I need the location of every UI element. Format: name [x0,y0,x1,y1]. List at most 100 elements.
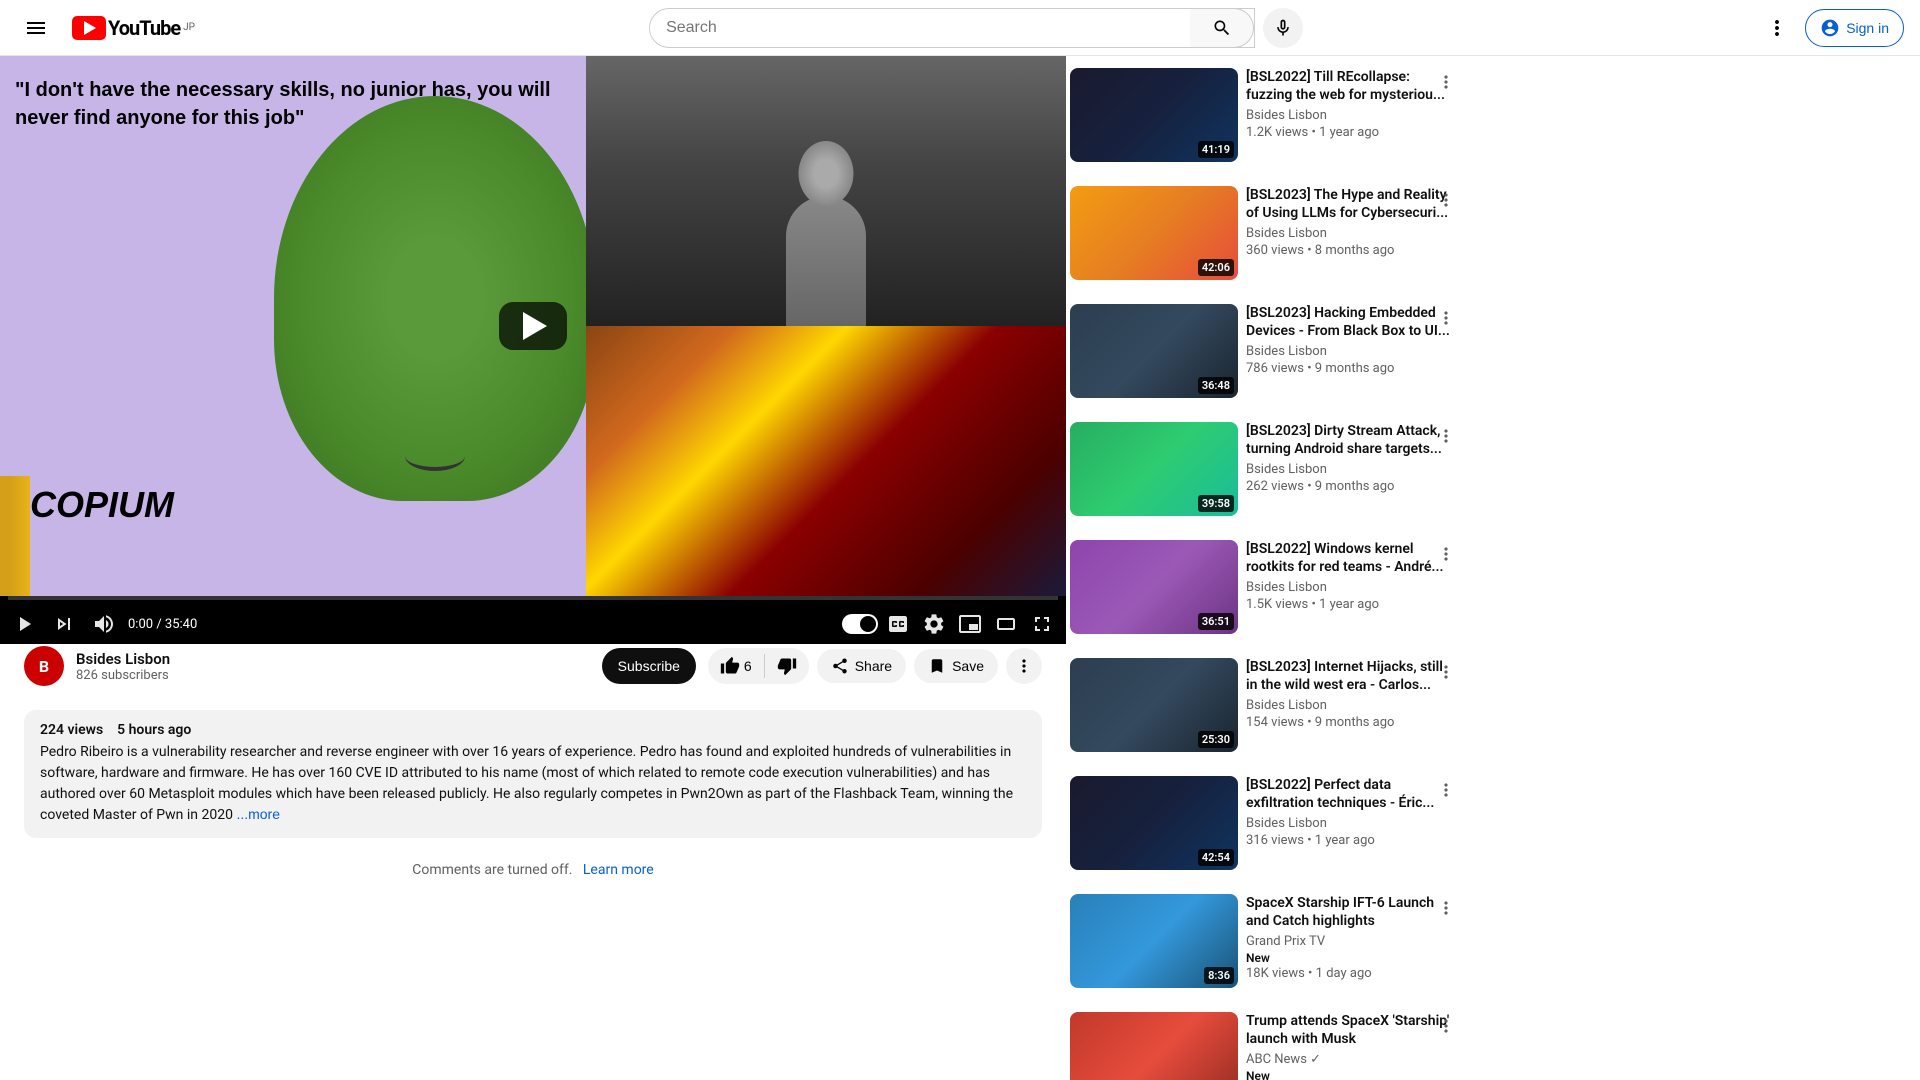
save-button[interactable]: Save [914,649,998,683]
sidebar-video-meta: 1.5K views • 1 year ago [1246,597,1456,612]
subscribe-button[interactable]: Subscribe [602,648,696,684]
sidebar-video-meta: 1.2K views • 1 year ago [1246,125,1456,140]
progress-bar[interactable] [8,596,1058,600]
view-count: 224 views [40,722,103,738]
description-more-button[interactable]: ...more [236,806,280,822]
controls-row: 0:00 / 35:40 [8,608,1058,640]
sidebar-video-row[interactable]: 42:06 [BSL2023] The Hype and Reality of … [1066,182,1460,292]
sidebar-video-item[interactable]: 39:58 [BSL2023] Dirty Stream Attack, tur… [1066,418,1460,520]
sidebar-video-row[interactable]: 41:19 [BSL2022] Till REcollapse: fuzzing… [1066,64,1460,174]
sidebar-video-item[interactable]: 36:51 [BSL2022] Windows kernel rootkits … [1066,536,1460,638]
sidebar-video-row[interactable]: 25:30 [BSL2023] Internet Hijacks, still … [1066,654,1460,764]
sidebar-video-meta: 316 views • 1 year ago [1246,833,1456,848]
sidebar-video-item[interactable]: 41:19 [BSL2022] Till REcollapse: fuzzing… [1066,64,1460,166]
sidebar-video-title: SpaceX Starship IFT-6 Launch and Catch h… [1246,894,1456,930]
hamburger-menu-button[interactable] [16,8,56,48]
sidebar-more-button[interactable] [1432,658,1460,686]
sidebar-channel-name: Bsides Lisbon [1246,816,1456,831]
sidebar-video-item[interactable]: 42:54 [BSL2022] Perfect data exfiltratio… [1066,772,1460,874]
duration-badge: 42:06 [1198,259,1234,276]
miniplayer-button[interactable] [954,608,986,640]
sidebar: 41:19 [BSL2022] Till REcollapse: fuzzing… [1066,56,1468,1080]
sidebar-more-button[interactable] [1432,304,1460,332]
sidebar-more-button[interactable] [1432,68,1460,96]
toggle-switch[interactable] [842,614,878,634]
sidebar-more-button[interactable] [1432,776,1460,804]
description-box: 224 views 5 hours ago Pedro Ribeiro is a… [24,710,1042,838]
sidebar-video-item[interactable]: 25:30 [BSL2023] Internet Hijacks, still … [1066,654,1460,756]
sidebar-video-info: [BSL2023] Dirty Stream Attack, turning A… [1246,422,1456,516]
duration-badge: 8:36 [1204,967,1234,984]
youtube-logo[interactable]: YouTubeJP [72,16,195,40]
sidebar-video-row[interactable]: 18:13 Trump attends SpaceX 'Starship' la… [1066,1008,1460,1080]
subscriber-count: 826 subscribers [76,668,590,683]
share-label: Share [855,658,892,674]
sidebar-video-meta: 360 views • 8 months ago [1246,243,1456,258]
header: YouTubeJP Sign in [0,0,1920,56]
sidebar-channel-name: Bsides Lisbon [1246,108,1456,123]
settings-button[interactable] [918,608,950,640]
mute-button[interactable] [88,608,120,640]
sidebar-video-row[interactable]: 39:58 [BSL2023] Dirty Stream Attack, tur… [1066,418,1460,528]
more-options-button[interactable] [1757,8,1797,48]
sidebar-more-button[interactable] [1432,1012,1460,1040]
share-button[interactable]: Share [817,649,906,683]
toggle-dot [860,616,876,632]
sidebar-more-button[interactable] [1432,894,1460,922]
sidebar-video-title: [BSL2022] Till REcollapse: fuzzing the w… [1246,68,1456,104]
description-text: Pedro Ribeiro is a vulnerability researc… [40,742,1026,826]
duration-badge: 39:58 [1198,495,1234,512]
sidebar-video-meta: 154 views • 9 months ago [1246,715,1456,730]
sidebar-video-item[interactable]: 42:06 [BSL2023] The Hype and Reality of … [1066,182,1460,284]
search-button[interactable] [1190,8,1254,48]
action-buttons: 6 Share Save [708,648,1042,684]
play-button[interactable] [8,608,40,640]
channel-name[interactable]: Bsides Lisbon [76,650,590,668]
search-input[interactable] [650,19,1190,37]
like-button[interactable]: 6 [708,648,764,684]
sidebar-video-row[interactable]: 36:51 [BSL2022] Windows kernel rootkits … [1066,536,1460,646]
dislike-button[interactable] [765,648,809,684]
sidebar-video-meta: New 20K views • 1 day ago [1246,1069,1456,1080]
new-badge: New [1246,951,1270,965]
sidebar-video-row[interactable]: 8:36 SpaceX Starship IFT-6 Launch and Ca… [1066,890,1460,1000]
sidebar-video-info: SpaceX Starship IFT-6 Launch and Catch h… [1246,894,1456,988]
sidebar-channel-name: Bsides Lisbon [1246,344,1456,359]
sidebar-thumbnail: 8:36 [1070,894,1238,988]
more-actions-button[interactable] [1006,648,1042,684]
next-button[interactable] [48,608,80,640]
sidebar-more-button[interactable] [1432,540,1460,568]
like-count: 6 [744,658,752,674]
sidebar-thumbnail: 25:30 [1070,658,1238,752]
total-time: 35:40 [165,617,197,632]
play-button-overlay[interactable] [499,302,567,350]
sidebar-video-info: [BSL2022] Perfect data exfiltration tech… [1246,776,1456,870]
sidebar-thumbnail: 39:58 [1070,422,1238,516]
sign-in-button[interactable]: Sign in [1805,9,1904,47]
sidebar-video-row[interactable]: 42:54 [BSL2022] Perfect data exfiltratio… [1066,772,1460,882]
sidebar-video-item[interactable]: 8:36 SpaceX Starship IFT-6 Launch and Ca… [1066,890,1460,992]
cc-button[interactable] [882,608,914,640]
sidebar-more-button[interactable] [1432,422,1460,450]
sidebar-video-item[interactable]: 36:48 [BSL2023] Hacking Embedded Devices… [1066,300,1460,402]
sidebar-channel-name: Bsides Lisbon [1246,580,1456,595]
sidebar-video-title: [BSL2022] Perfect data exfiltration tech… [1246,776,1456,812]
video-player[interactable]: "I don't have the necessary skills, no j… [0,56,1066,596]
theater-mode-button[interactable] [990,608,1022,640]
autoplay-toggle[interactable] [842,614,878,634]
voice-search-button[interactable] [1263,8,1303,48]
sidebar-thumbnail: 18:13 [1070,1012,1238,1080]
sidebar-video-row[interactable]: 36:48 [BSL2023] Hacking Embedded Devices… [1066,300,1460,410]
header-center [195,8,1757,48]
channel-row: B Bsides Lisbon 826 subscribers Subscrib… [24,646,1042,686]
current-time: 0:00 [128,617,153,632]
fullscreen-button[interactable] [1026,608,1058,640]
duration-badge: 41:19 [1198,141,1234,158]
channel-avatar: B [24,646,64,686]
search-bar [649,8,1255,48]
sidebar-more-button[interactable] [1432,186,1460,214]
sidebar-video-item[interactable]: 18:13 Trump attends SpaceX 'Starship' la… [1066,1008,1460,1080]
sidebar-video-meta: 262 views • 9 months ago [1246,479,1456,494]
learn-more-link[interactable]: Learn more [583,862,654,878]
sidebar-video-info: Trump attends SpaceX 'Starship' launch w… [1246,1012,1456,1080]
